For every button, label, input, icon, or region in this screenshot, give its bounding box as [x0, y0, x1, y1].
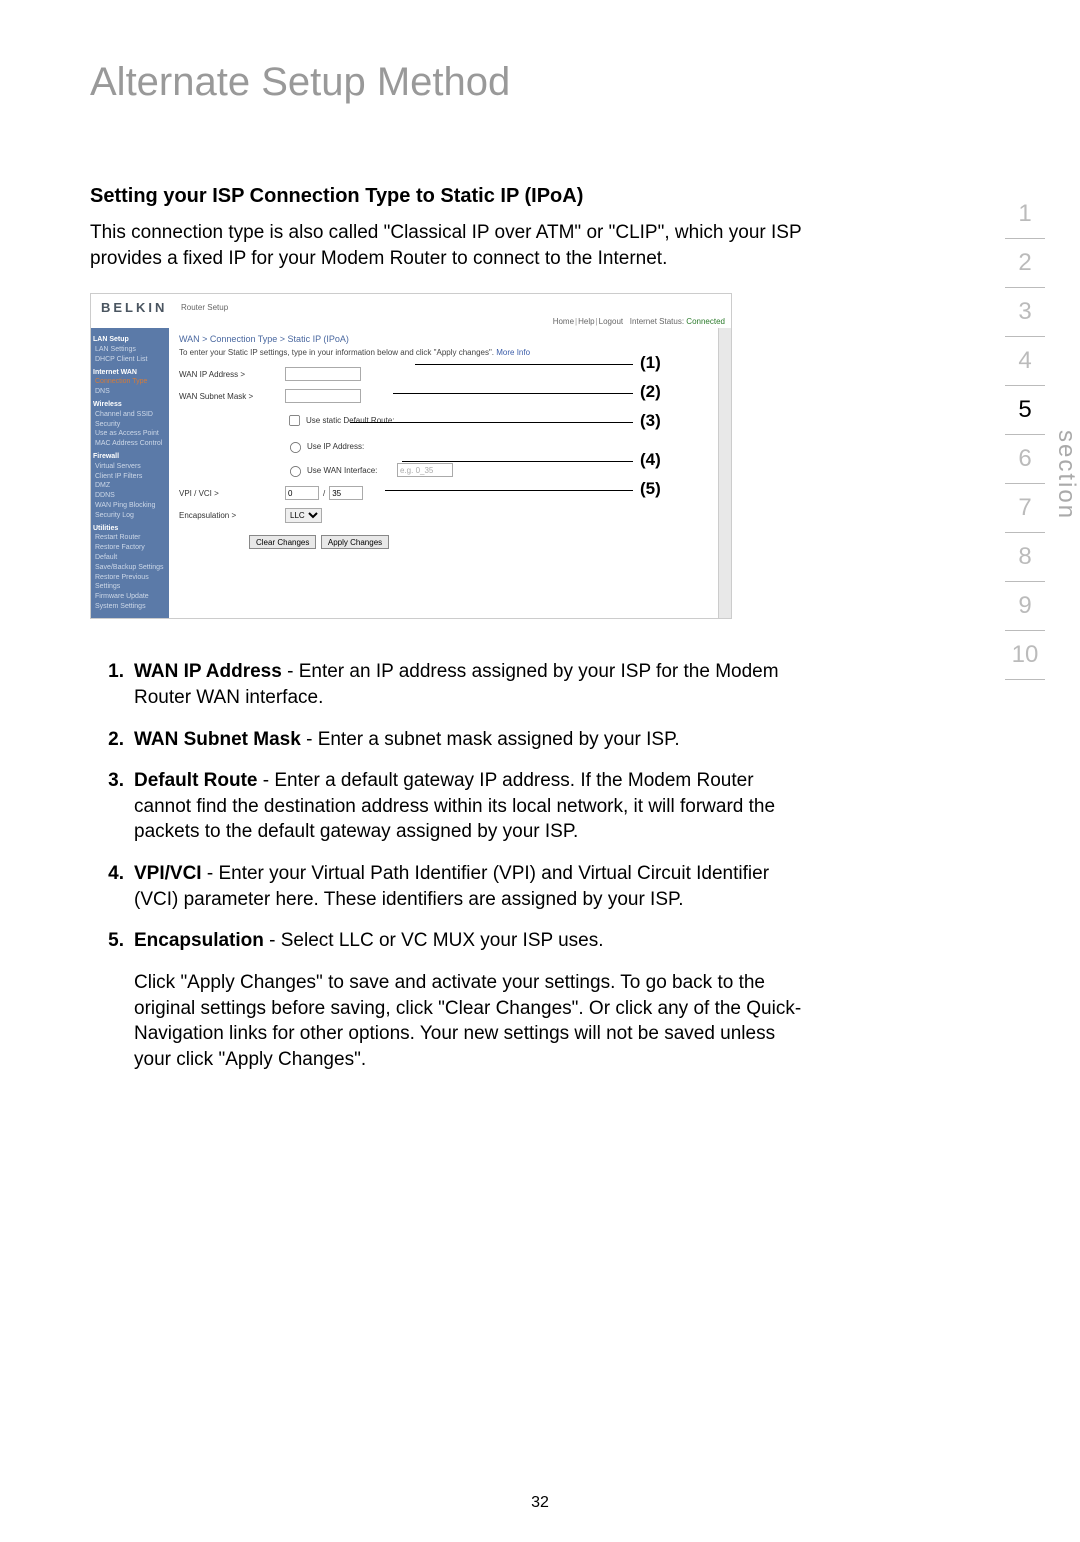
status-value: Connected — [686, 317, 725, 326]
section-label: section — [1052, 430, 1080, 520]
sidebar-firewall: Firewall — [93, 452, 167, 462]
belkin-logo: BELKIN — [101, 300, 167, 315]
sidebar-wireless: Wireless — [93, 400, 167, 410]
callout-2: (2) — [640, 382, 661, 402]
sidebar-system[interactable]: System Settings — [93, 602, 167, 612]
sidebar-utilities: Utilities — [93, 524, 167, 534]
sidebar-conn-type[interactable]: Connection Type — [93, 377, 167, 387]
sidebar-ddns[interactable]: DDNS — [93, 491, 167, 501]
sidebar-restore[interactable]: Restore Previous Settings — [93, 573, 167, 593]
router-sidebar: LAN Setup LAN Settings DHCP Client List … — [91, 328, 169, 618]
encap-select[interactable]: LLC — [285, 508, 322, 523]
encap-label: Encapsulation > — [179, 511, 285, 520]
status-label: Internet Status: — [630, 317, 684, 326]
section-nav: 1 2 3 4 5 6 7 8 9 10 — [995, 190, 1055, 680]
top-links: Home|Help|Logout Internet Status: Connec… — [553, 317, 725, 326]
page-number: 32 — [0, 1494, 1080, 1512]
sidebar-backup[interactable]: Save/Backup Settings — [93, 563, 167, 573]
default-route-label: Use static Default Route: — [306, 416, 394, 425]
vpi-vci-label: VPI / VCI > — [179, 489, 285, 498]
callout-5: (5) — [640, 479, 661, 499]
section-nav-1[interactable]: 1 — [995, 190, 1055, 238]
home-link[interactable]: Home — [553, 317, 574, 326]
more-info-link[interactable]: More Info — [496, 348, 530, 357]
default-route-checkbox[interactable] — [289, 415, 300, 426]
vpi-vci-slash: / — [323, 489, 325, 498]
vpi-input[interactable] — [285, 486, 319, 500]
row-encap: Encapsulation > LLC — [179, 508, 708, 523]
sidebar-restart[interactable]: Restart Router — [93, 533, 167, 543]
sidebar-channel[interactable]: Channel and SSID — [93, 410, 167, 420]
callout-3: (3) — [640, 411, 661, 431]
help-link[interactable]: Help — [578, 317, 594, 326]
wan-ip-input[interactable] — [285, 367, 361, 381]
sidebar-factory[interactable]: Restore Factory Default — [93, 543, 167, 563]
extra-paragraph: Click "Apply Changes" to save and activa… — [134, 970, 810, 1073]
subnet-label: WAN Subnet Mask > — [179, 392, 285, 401]
row-use-ip: Use IP Address: — [179, 438, 708, 454]
page-title: Alternate Setup Method — [90, 60, 990, 105]
sidebar-wanping[interactable]: WAN Ping Blocking — [93, 501, 167, 511]
section-subtitle: Setting your ISP Connection Type to Stat… — [90, 185, 990, 208]
callout-line-5 — [385, 490, 633, 491]
row-wan-ip: WAN IP Address > — [179, 367, 708, 381]
section-nav-9[interactable]: 9 — [995, 582, 1055, 630]
logout-link[interactable]: Logout — [599, 317, 623, 326]
router-screenshot: BELKIN Router Setup Home|Help|Logout Int… — [90, 293, 732, 619]
clear-changes-button[interactable]: Clear Changes — [249, 535, 316, 549]
sidebar-ap[interactable]: Use as Access Point — [93, 429, 167, 439]
section-nav-4[interactable]: 4 — [995, 337, 1055, 385]
wan-if-input[interactable] — [397, 463, 453, 477]
use-wan-if-label: Use WAN Interface: — [307, 466, 397, 475]
section-nav-3[interactable]: 3 — [995, 288, 1055, 336]
section-nav-5[interactable]: 5 — [995, 386, 1055, 434]
router-setup-label: Router Setup — [181, 303, 228, 312]
intro-text: This connection type is also called "Cla… — [90, 220, 810, 271]
use-ip-radio[interactable] — [290, 442, 301, 453]
row-default-route: Use static Default Route: — [179, 411, 708, 430]
vci-input[interactable] — [329, 486, 363, 500]
sidebar-dmz[interactable]: DMZ — [93, 481, 167, 491]
row-vpi-vci: VPI / VCI > / — [179, 486, 708, 500]
section-nav-7[interactable]: 7 — [995, 484, 1055, 532]
callout-line-2 — [393, 393, 633, 394]
sidebar-lan-setup: LAN Setup — [93, 335, 167, 345]
sidebar-internet-wan: Internet WAN — [93, 368, 167, 378]
callout-line-3 — [350, 422, 633, 423]
sidebar-client[interactable]: Client IP Filters — [93, 472, 167, 482]
row-use-wan-if: Use WAN Interface: — [179, 462, 708, 478]
sidebar-lan-settings[interactable]: LAN Settings — [93, 345, 167, 355]
callout-1: (1) — [640, 353, 661, 373]
scrollbar[interactable] — [718, 328, 731, 618]
use-wan-if-radio[interactable] — [290, 466, 301, 477]
callout-line-1 — [415, 364, 633, 365]
callout-line-4 — [402, 461, 633, 462]
callout-4: (4) — [640, 450, 661, 470]
sidebar-firmware[interactable]: Firmware Update — [93, 592, 167, 602]
sidebar-seclog[interactable]: Security Log — [93, 511, 167, 521]
sidebar-dhcp[interactable]: DHCP Client List — [93, 355, 167, 365]
subnet-input[interactable] — [285, 389, 361, 403]
section-nav-2[interactable]: 2 — [995, 239, 1055, 287]
section-nav-6[interactable]: 6 — [995, 435, 1055, 483]
apply-changes-button[interactable]: Apply Changes — [321, 535, 389, 549]
instruction-list: 1.WAN IP Address - Enter an IP address a… — [90, 659, 810, 1072]
sidebar-security[interactable]: Security — [93, 420, 167, 430]
router-main: WAN > Connection Type > Static IP (IPoA)… — [169, 328, 718, 618]
sidebar-dns[interactable]: DNS — [93, 387, 167, 397]
router-instruction: To enter your Static IP settings, type i… — [179, 348, 708, 357]
wan-ip-label: WAN IP Address > — [179, 370, 285, 379]
section-nav-8[interactable]: 8 — [995, 533, 1055, 581]
breadcrumb: WAN > Connection Type > Static IP (IPoA) — [179, 334, 708, 344]
use-ip-label: Use IP Address: — [307, 442, 364, 451]
sidebar-mac[interactable]: MAC Address Control — [93, 439, 167, 449]
sidebar-virtual[interactable]: Virtual Servers — [93, 462, 167, 472]
row-subnet: WAN Subnet Mask > — [179, 389, 708, 403]
section-nav-10[interactable]: 10 — [995, 631, 1055, 679]
